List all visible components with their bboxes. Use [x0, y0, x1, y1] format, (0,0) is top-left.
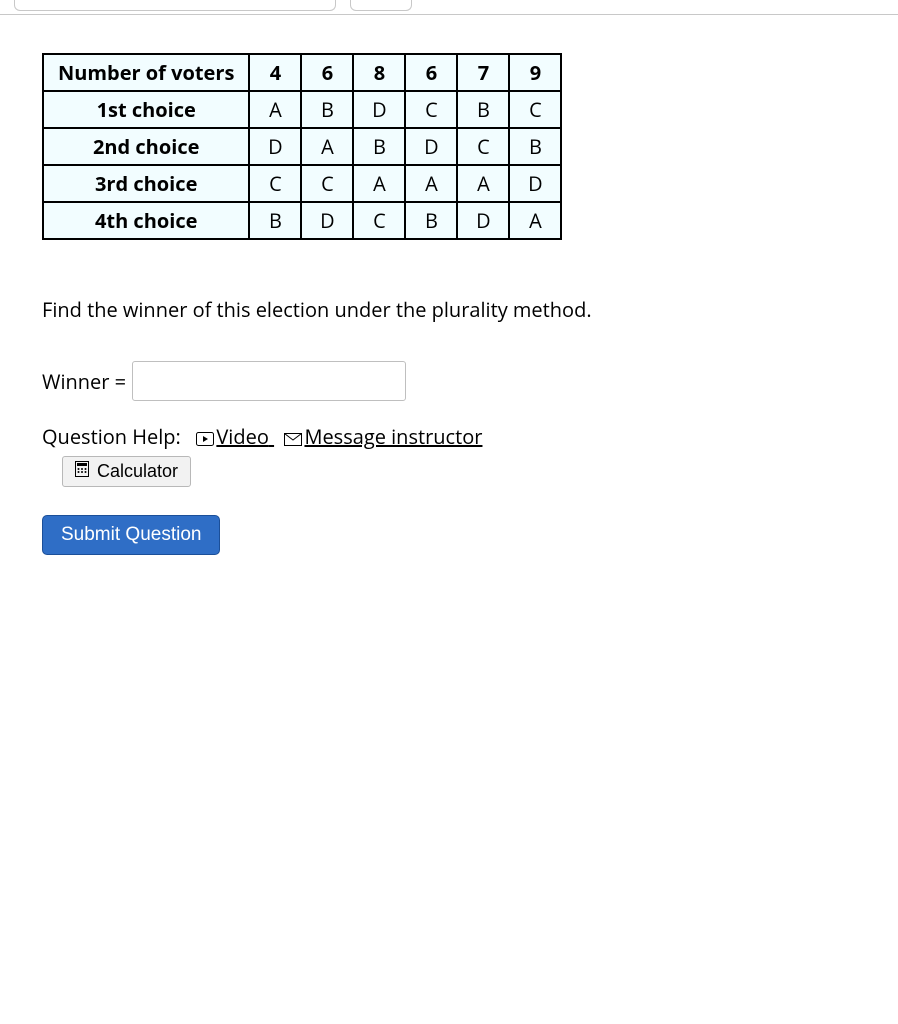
table-cell: D [301, 202, 353, 239]
table-cell: 4 [249, 54, 301, 91]
row-header: 2nd choice [43, 128, 249, 165]
table-cell: C [301, 165, 353, 202]
table-cell: B [301, 91, 353, 128]
row-header: 4th choice [43, 202, 249, 239]
table-cell: C [509, 91, 561, 128]
help-label: Question Help: [42, 423, 181, 450]
table-cell: C [457, 128, 509, 165]
top-toolbar-fragment [0, 0, 898, 15]
answer-label: Winner = [42, 368, 126, 395]
video-link[interactable]: Video [196, 423, 274, 450]
table-cell: C [249, 165, 301, 202]
table-cell: 9 [509, 54, 561, 91]
table-cell: B [249, 202, 301, 239]
table-cell: A [353, 165, 405, 202]
row-header: Number of voters [43, 54, 249, 91]
table-cell: D [405, 128, 457, 165]
row-header: 1st choice [43, 91, 249, 128]
question-text: Find the winner of this election under t… [42, 296, 856, 323]
table-cell: D [509, 165, 561, 202]
table-cell: A [301, 128, 353, 165]
table-cell: A [405, 165, 457, 202]
preference-table: Number of voters4686791st choiceABDCBC2n… [42, 53, 562, 240]
table-cell: D [249, 128, 301, 165]
table-cell: C [405, 91, 457, 128]
question-help: Question Help: Video Message instructor … [42, 423, 856, 487]
winner-input[interactable] [132, 361, 406, 401]
table-cell: 6 [405, 54, 457, 91]
table-cell: 8 [353, 54, 405, 91]
calculator-button[interactable]: Calculator [62, 456, 191, 487]
video-icon [196, 425, 214, 452]
calculator-label: Calculator [97, 461, 178, 482]
table-cell: A [249, 91, 301, 128]
row-header: 3rd choice [43, 165, 249, 202]
table-cell: B [457, 91, 509, 128]
table-cell: B [353, 128, 405, 165]
question-body: Number of voters4686791st choiceABDCBC2n… [0, 15, 898, 593]
table-cell: D [353, 91, 405, 128]
table-cell: A [457, 165, 509, 202]
table-cell: A [509, 202, 561, 239]
table-cell: 6 [301, 54, 353, 91]
calculator-icon [75, 461, 89, 482]
message-instructor-link[interactable]: Message instructor [284, 423, 482, 450]
table-cell: B [509, 128, 561, 165]
answer-row: Winner = [42, 361, 856, 401]
table-cell: 7 [457, 54, 509, 91]
table-cell: D [457, 202, 509, 239]
envelope-icon [284, 425, 302, 452]
submit-button[interactable]: Submit Question [42, 515, 220, 555]
table-cell: B [405, 202, 457, 239]
table-cell: C [353, 202, 405, 239]
